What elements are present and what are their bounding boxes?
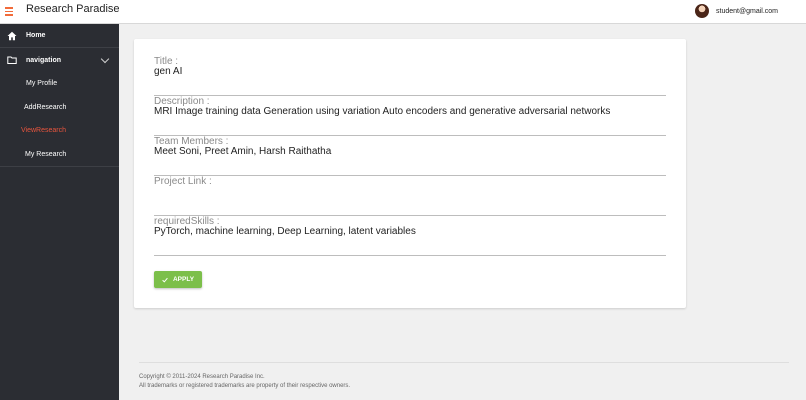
app-title: Research Paradise bbox=[26, 3, 120, 15]
check-icon bbox=[162, 277, 168, 283]
team-members-value: Meet Soni, Preet Amin, Harsh Raithatha bbox=[154, 146, 332, 157]
avatar[interactable] bbox=[695, 4, 710, 18]
sidebar-item-navigation[interactable]: navigation bbox=[0, 48, 119, 72]
project-link-label: Project Link : bbox=[154, 176, 212, 187]
top-bar: Research Paradise student@gmail.com bbox=[0, 0, 806, 24]
footer: Copyright © 2011-2024 Research Paradise … bbox=[139, 373, 350, 390]
required-skills-field: requiredSkills : PyTorch, machine learni… bbox=[154, 216, 666, 256]
sidebar: Home navigation My Profile AddResearch V… bbox=[0, 24, 119, 400]
sidebar-item-my-research[interactable]: My Research bbox=[0, 143, 119, 167]
folder-icon bbox=[7, 56, 17, 64]
apply-button-label: APPLY bbox=[172, 276, 195, 283]
user-menu[interactable]: student@gmail.com bbox=[695, 3, 778, 19]
footer-divider bbox=[139, 362, 789, 363]
chevron-down-icon[interactable] bbox=[100, 54, 110, 64]
sidebar-item-label: navigation bbox=[26, 56, 62, 64]
research-detail-card: Title : gen AI Description : MRI Image t… bbox=[134, 39, 686, 308]
footer-trademark: All trademarks or registered trademarks … bbox=[139, 382, 351, 389]
navigation-submenu: My Profile AddResearch ViewResearch My R… bbox=[0, 72, 119, 167]
user-email[interactable]: student@gmail.com bbox=[716, 8, 778, 15]
home-icon bbox=[7, 31, 17, 40]
team-members-field: Team Members : Meet Soni, Preet Amin, Ha… bbox=[154, 136, 666, 176]
description-field: Description : MRI Image training data Ge… bbox=[154, 96, 666, 136]
project-link-field: Project Link : bbox=[154, 176, 666, 216]
description-value: MRI Image training data Generation using… bbox=[154, 106, 611, 117]
title-value: gen AI bbox=[154, 66, 183, 77]
footer-copyright: Copyright © 2011-2024 Research Paradise … bbox=[139, 374, 265, 380]
sidebar-item-home[interactable]: Home bbox=[0, 24, 119, 48]
sidebar-item-view-research[interactable]: ViewResearch bbox=[0, 119, 119, 143]
apply-button[interactable]: APPLY bbox=[154, 271, 202, 288]
sidebar-item-my-profile[interactable]: My Profile bbox=[0, 72, 119, 96]
hamburger-menu-icon[interactable] bbox=[5, 5, 17, 17]
sidebar-item-label: Home bbox=[26, 32, 46, 39]
title-field: Title : gen AI bbox=[154, 56, 666, 96]
sidebar-item-add-research[interactable]: AddResearch bbox=[0, 96, 119, 120]
required-skills-value: PyTorch, machine learning, Deep Learning… bbox=[154, 226, 416, 237]
